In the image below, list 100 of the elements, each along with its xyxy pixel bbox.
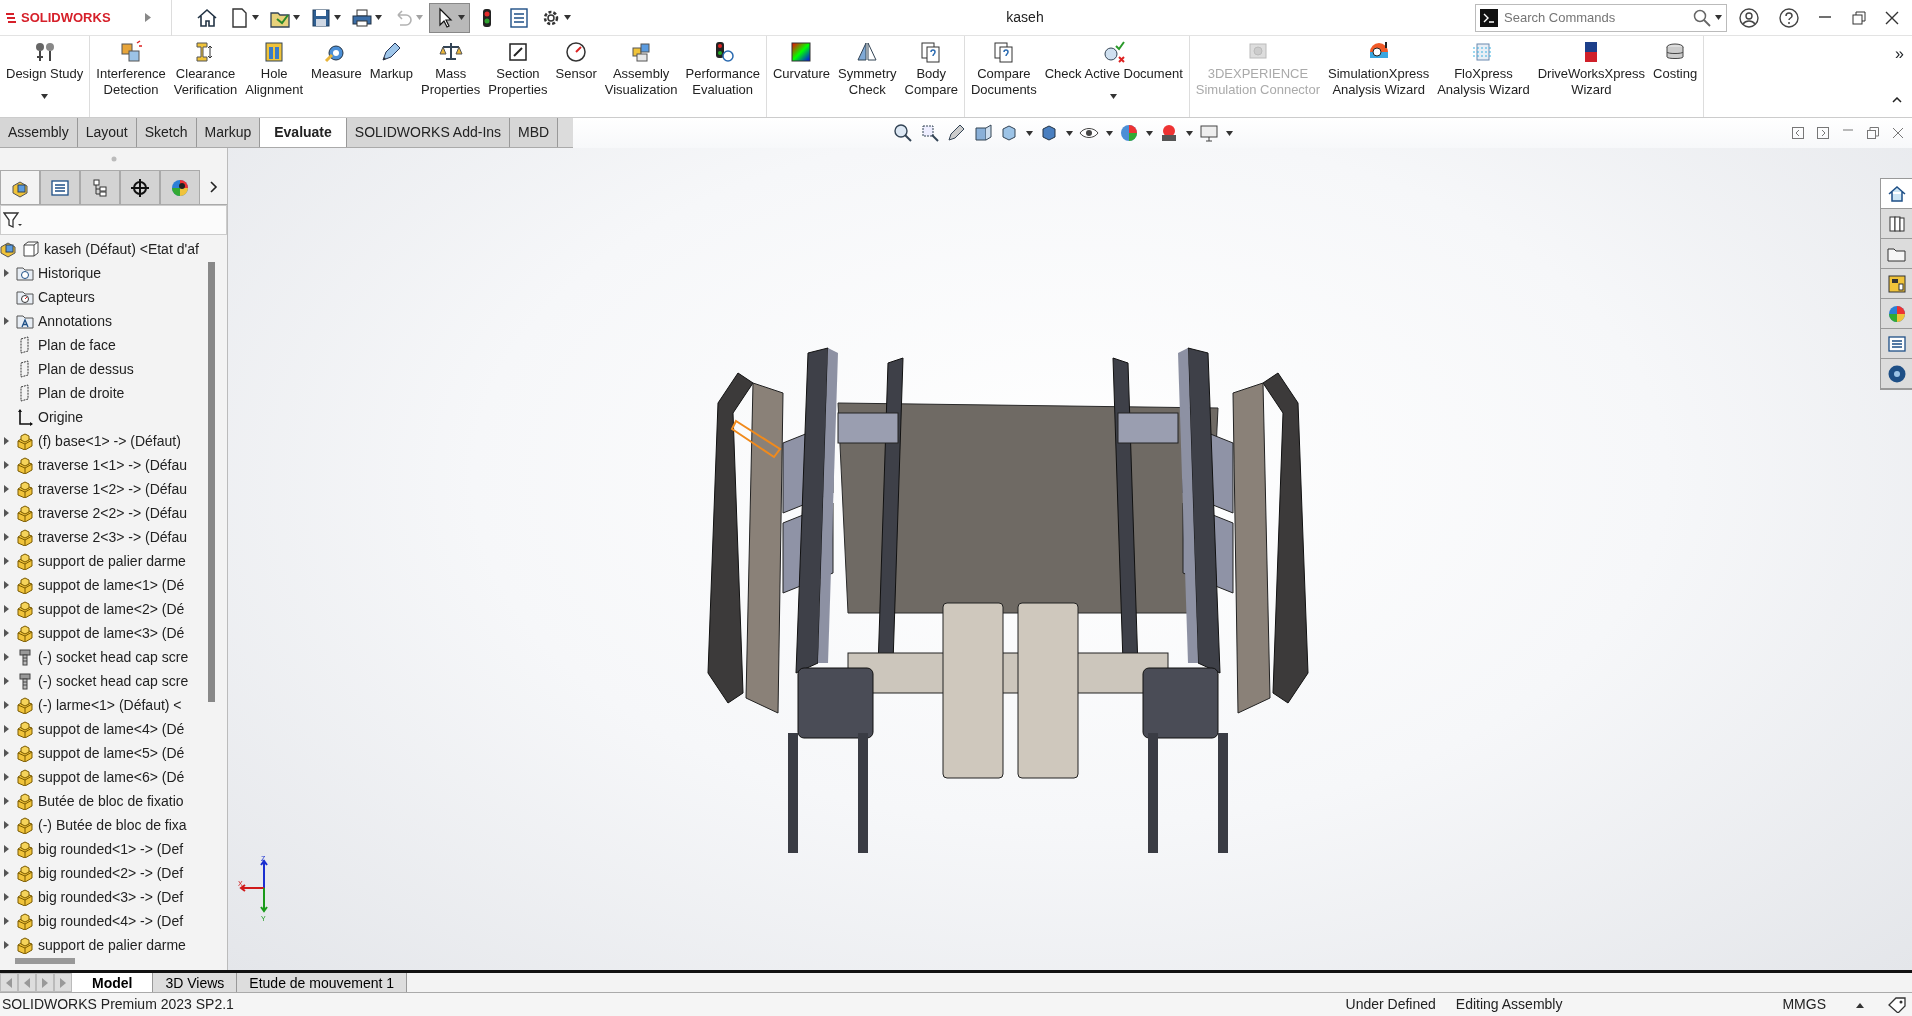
scrollbar-thumb[interactable] <box>208 262 215 702</box>
sketch-box-icon <box>22 240 40 258</box>
tree-item-label[interactable]: traverse 2<2> -> (Défau <box>38 502 188 524</box>
expand-arrow-icon <box>145 13 151 22</box>
part-icon <box>16 480 34 498</box>
caret-icon <box>293 15 300 20</box>
tree-item-label[interactable]: traverse 2<3> -> (Défau <box>38 526 188 548</box>
command-tab[interactable]: Evaluate <box>260 118 347 147</box>
origin-axes-icon <box>16 408 34 426</box>
ribbon-button[interactable]: FloXpress Analysis Wizard <box>1433 36 1534 117</box>
part-icon <box>16 432 34 450</box>
tree-item-label[interactable]: support de palier darme <box>38 550 186 572</box>
minimize-icon <box>1818 15 1832 18</box>
configuration-tree-icon <box>90 177 110 198</box>
arrow-icon <box>41 977 49 988</box>
overlapping-blocks-icon <box>119 40 143 64</box>
tree-item-label[interactable]: traverse 1<1> -> (Défau <box>38 454 188 476</box>
ribbon-button[interactable]: Assembly Visualization <box>600 36 682 117</box>
tree-item-label[interactable]: Historique <box>38 262 102 284</box>
tree-item-label[interactable]: big rounded<3> -> (Def <box>38 886 184 908</box>
ribbon-button[interactable]: Design Study <box>2 36 88 117</box>
command-tab[interactable]: Assembly <box>0 118 78 147</box>
part-icon <box>16 768 34 786</box>
user-icon <box>1739 7 1759 28</box>
ribbon-button[interactable]: Interference Detection <box>92 36 170 117</box>
monitor-icon <box>1199 123 1219 143</box>
ribbon-button[interactable]: DriveWorksXpress Wizard <box>1533 36 1650 117</box>
panel-tab[interactable] <box>120 170 160 204</box>
command-tab[interactable]: Markup <box>196 118 261 147</box>
tree-item-label[interactable]: suppot de lame<5> (Dé <box>38 742 185 764</box>
ribbon-button[interactable]: Performance Evaluation <box>681 36 764 117</box>
tree-item-label[interactable]: (f) base<1> -> (Défaut) <box>38 430 181 452</box>
screw-icon <box>16 648 34 666</box>
tree-item-label[interactable]: suppot de lame<3> (Dé <box>38 622 185 644</box>
caret-icon <box>252 15 259 20</box>
task-pane-tab[interactable] <box>1881 179 1912 209</box>
tree-item-label[interactable]: Plan de droite <box>38 382 125 404</box>
tree-item-label[interactable]: traverse 1<2> -> (Défau <box>38 478 188 500</box>
ribbon-button[interactable]: Hole Alignment <box>241 36 308 117</box>
tree-item-label[interactable]: suppot de lame<6> (Dé <box>38 766 185 788</box>
ribbon-button[interactable]: Check Active Document <box>1040 36 1187 117</box>
tree-item-label[interactable]: Butée de bloc de fixatio <box>38 790 184 812</box>
tree-item-label[interactable]: Plan de dessus <box>38 358 134 380</box>
command-tab[interactable]: Layout <box>77 118 137 147</box>
command-tab[interactable]: SOLIDWORKS Add-Ins <box>346 118 511 147</box>
app-logo: SOLIDWORKS <box>0 7 145 28</box>
ribbon-button[interactable]: Compare Documents <box>967 36 1041 117</box>
scene-icon <box>1159 123 1179 143</box>
ribbon-button[interactable]: Sensor <box>551 36 601 117</box>
part-icon <box>16 504 34 522</box>
search-box[interactable]: Search Commands <box>1475 3 1727 32</box>
caret-icon <box>1025 130 1033 136</box>
ribbon-button[interactable]: SimulationXpress Analysis Wizard <box>1324 36 1434 117</box>
ribbon-button[interactable]: Mass Properties <box>417 36 485 117</box>
ribbon-button[interactable]: Section Properties <box>484 36 552 117</box>
tree-item-label[interactable]: suppot de lame<4> (Dé <box>38 718 185 740</box>
tree-item-label[interactable]: Capteurs <box>38 286 95 308</box>
part-icon <box>16 696 34 714</box>
editing-mode: Editing Assembly <box>1455 995 1563 1014</box>
caret-icon <box>1065 130 1073 136</box>
caret-icon <box>416 15 423 20</box>
tree-item-label[interactable]: (-) Butée de bloc de fixa <box>38 814 187 836</box>
ribbon-button[interactable]: Symmetry Check <box>834 36 901 117</box>
sheet-tab[interactable]: 3D Views <box>153 973 238 992</box>
zoom-fit-icon <box>893 123 913 143</box>
color-gradient-icon <box>789 40 814 64</box>
scrollbar-thumb[interactable] <box>15 958 75 964</box>
tree-item-label[interactable]: Plan de face <box>38 334 116 356</box>
sheet-tab[interactable]: Model <box>72 973 154 992</box>
help-icon <box>1778 7 1799 28</box>
ribbon-button[interactable]: Clearance Verification <box>169 36 242 117</box>
panel-tab[interactable] <box>160 170 200 204</box>
tree-item-label[interactable]: suppot de lame<2> (Dé <box>38 598 185 620</box>
tree-item-label[interactable]: (-) socket head cap scre <box>38 670 189 692</box>
plane-icon <box>20 360 29 378</box>
tree-item-label[interactable]: big rounded<4> -> (Def <box>38 910 184 932</box>
ribbon-button[interactable]: Costing <box>1649 36 1702 117</box>
part-icon <box>16 456 34 474</box>
tree-item-label[interactable]: big rounded<1> -> (Def <box>38 838 184 860</box>
part-icon <box>16 864 34 882</box>
documents-question-icon <box>991 40 1016 64</box>
tree-item-label[interactable]: Origine <box>38 406 84 428</box>
ribbon-button[interactable]: Body Compare <box>900 36 962 117</box>
tree-item-label[interactable]: kaseh (Défaut) <Etat d'af <box>44 238 199 260</box>
cursor-arrow-button[interactable] <box>429 2 470 33</box>
tree-item-label[interactable]: suppot de lame<1> (Dé <box>38 574 185 596</box>
more-commands-button[interactable]: » <box>1891 42 1908 66</box>
tree-item-label[interactable]: (-) socket head cap scre <box>38 646 189 668</box>
collapse-chevron-icon <box>1892 97 1902 104</box>
command-tab[interactable]: Sketch <box>136 118 197 147</box>
tree-item-label[interactable]: (-) larme<1> (Défaut) < <box>38 694 182 716</box>
tree-item-label[interactable]: big rounded<2> -> (Def <box>38 862 184 884</box>
command-tab[interactable]: MBD <box>510 118 559 147</box>
ribbon-button[interactable]: Markup <box>365 36 418 117</box>
tree-item-label[interactable]: Annotations <box>38 310 112 332</box>
ribbon-button[interactable]: Curvature <box>768 36 834 117</box>
sheet-tab[interactable]: Etude de mouvement 1 <box>237 973 408 992</box>
tree-item-label[interactable]: support de palier darme <box>38 934 186 956</box>
arrow-icon <box>23 977 31 988</box>
ribbon-button[interactable]: Measure <box>307 36 366 117</box>
